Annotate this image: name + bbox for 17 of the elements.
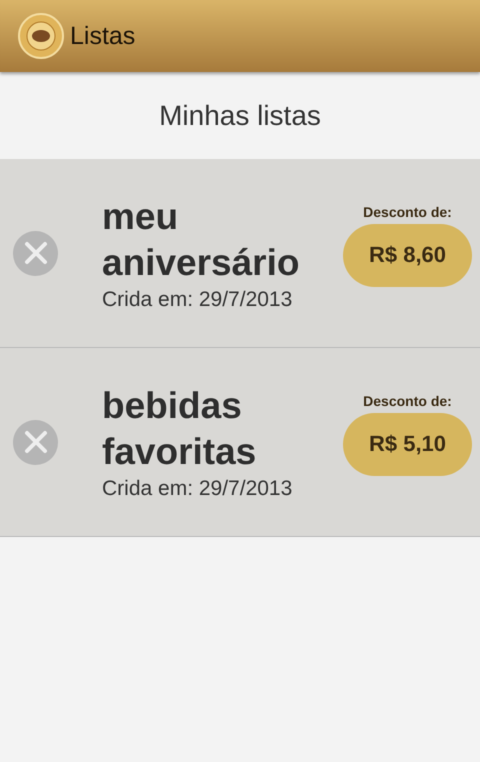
app-title: Listas <box>70 22 136 50</box>
list-row[interactable]: bebidas favoritas Crida em: 29/7/2013 Desconto de: R$ 5,10 <box>0 348 480 537</box>
discount-amount: R$ 8,60 <box>343 224 472 286</box>
list-name: bebidas favoritas <box>102 384 258 474</box>
close-icon <box>24 430 48 454</box>
delete-button[interactable] <box>13 420 58 464</box>
list-name: meu aniversário <box>102 195 300 285</box>
discount-label: Desconto de: <box>363 392 452 408</box>
list-row[interactable]: meu aniversário Crida em: 29/7/2013 Desconto de: R$ 8,60 <box>0 159 480 348</box>
delete-button[interactable] <box>13 230 58 276</box>
created-date: Crida em: 29/7/2013 <box>102 477 294 501</box>
page-heading: Minhas listas <box>158 98 322 132</box>
discount-amount: R$ 5,10 <box>343 412 472 476</box>
logo-icon <box>18 13 64 59</box>
discount-label: Desconto de: <box>363 204 452 220</box>
close-icon <box>24 241 48 265</box>
created-date: Crida em: 29/7/2013 <box>102 288 294 312</box>
